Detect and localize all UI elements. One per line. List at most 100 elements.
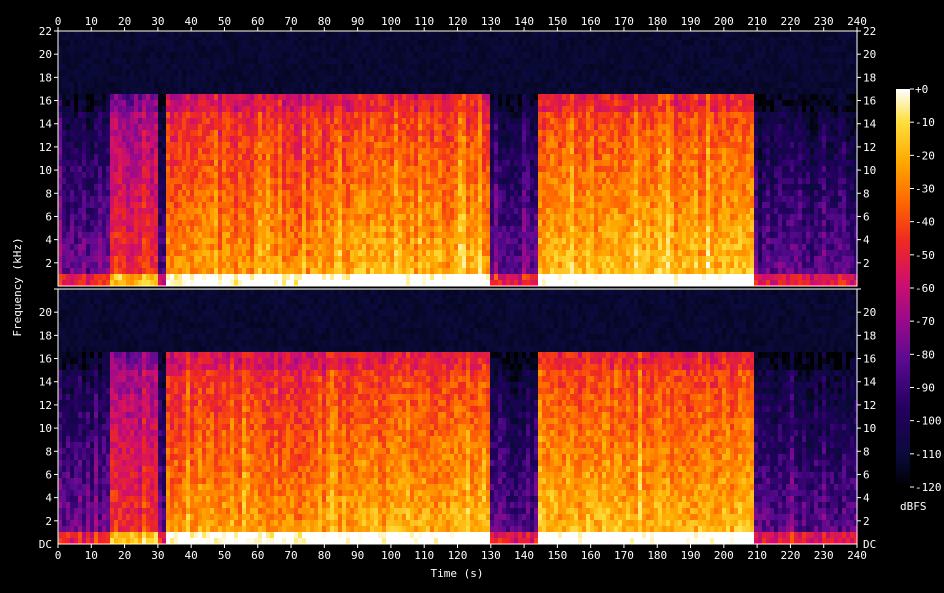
- spectrogram-cell: [250, 40, 254, 46]
- spectrogram-cell: [342, 208, 346, 214]
- spectrogram-cell: [210, 118, 214, 124]
- spectrogram-cell: [438, 118, 442, 124]
- spectrogram-cell: [246, 214, 250, 220]
- spectrogram-cell: [222, 178, 226, 184]
- spectrogram-cell: [102, 280, 106, 286]
- spectrogram-cell: [186, 280, 190, 286]
- spectrogram-cell: [186, 172, 190, 178]
- spectrogram-cell: [350, 88, 354, 94]
- spectrogram-cell: [238, 82, 242, 88]
- spectrogram-cell: [134, 274, 138, 280]
- spectrogram-cell: [234, 160, 238, 166]
- spectrogram-cell: [82, 250, 86, 256]
- spectrogram-cell: [86, 214, 90, 220]
- spectrogram-cell: [190, 52, 194, 58]
- spectrogram-cell: [398, 31, 402, 37]
- spectrogram-cell: [234, 232, 238, 238]
- spectrogram-cell: [78, 214, 82, 220]
- spectrogram-cell: [90, 142, 94, 148]
- spectrogram-cell: [62, 58, 66, 64]
- spectrogram-cell: [170, 280, 174, 286]
- spectrogram-cell: [134, 70, 138, 76]
- spectrogram-cell: [106, 88, 110, 94]
- spectrogram-cell: [198, 82, 202, 88]
- spectrogram-cell: [158, 184, 162, 190]
- spectrogram-cell: [482, 220, 486, 226]
- spectrogram-cell: [482, 250, 486, 256]
- spectrogram-cell: [482, 82, 486, 88]
- spectrogram-cell: [310, 64, 314, 70]
- spectrogram-cell: [238, 262, 242, 268]
- spectrogram-cell: [502, 82, 506, 88]
- spectrogram-cell: [206, 142, 210, 148]
- spectrogram-cell: [114, 76, 118, 82]
- spectrogram-cell: [370, 226, 374, 232]
- spectrogram-cell: [162, 196, 166, 202]
- spectrogram-cell: [454, 184, 458, 190]
- spectrogram-cell: [478, 82, 482, 88]
- spectrogram-cell: [290, 274, 294, 280]
- spectrogram-cell: [302, 256, 306, 262]
- spectrogram-cell: [386, 94, 390, 100]
- spectrogram-cell: [418, 166, 422, 172]
- spectrogram-cell: [498, 106, 502, 112]
- spectrogram-cell: [398, 118, 402, 124]
- spectrogram-cell: [430, 112, 434, 118]
- spectrogram-cell: [174, 184, 178, 190]
- spectrogram-cell: [238, 166, 242, 172]
- spectrogram-cell: [466, 208, 470, 214]
- spectrogram-cell: [322, 58, 326, 64]
- spectrogram-cell: [406, 130, 410, 136]
- spectrogram-cell: [126, 208, 130, 214]
- spectrogram-cell: [378, 70, 382, 76]
- spectrogram-cell: [242, 214, 246, 220]
- spectrogram-cell: [154, 220, 158, 226]
- spectrogram-cell: [70, 58, 74, 64]
- spectrogram-cell: [250, 94, 254, 100]
- spectrogram-cell: [198, 100, 202, 106]
- spectrogram-cell: [462, 280, 466, 286]
- spectrogram-cell: [102, 256, 106, 262]
- spectrogram-cell: [174, 31, 178, 37]
- spectrogram-cell: [58, 184, 62, 190]
- spectrogram-cell: [350, 166, 354, 172]
- spectrogram-cell: [390, 31, 394, 37]
- spectrogram-cell: [166, 244, 170, 250]
- spectrogram-cell: [374, 31, 378, 37]
- spectrogram-cell: [314, 40, 318, 46]
- spectrogram-cell: [442, 94, 446, 100]
- spectrogram-cell: [394, 280, 398, 286]
- spectrogram-cell: [186, 70, 190, 76]
- spectrogram-cell: [138, 88, 142, 94]
- spectrogram-cell: [266, 160, 270, 166]
- spectrogram-cell: [154, 112, 158, 118]
- spectrogram-cell: [410, 256, 414, 262]
- spectrogram-cell: [330, 142, 334, 148]
- spectrogram-cell: [198, 58, 202, 64]
- spectrogram-cell: [74, 64, 78, 70]
- spectrogram-cell: [402, 118, 406, 124]
- spectrogram-cell: [334, 256, 338, 262]
- spectrogram-cell: [230, 190, 234, 196]
- spectrogram-cell: [266, 76, 270, 82]
- spectrogram-cell: [230, 88, 234, 94]
- spectrogram-cell: [422, 214, 426, 220]
- spectrogram-cell: [422, 262, 426, 268]
- spectrogram-cell: [142, 208, 146, 214]
- spectrogram-cell: [418, 130, 422, 136]
- spectrogram-cell: [150, 40, 154, 46]
- spectrogram-cell: [254, 88, 258, 94]
- spectrogram-cell: [242, 136, 246, 142]
- spectrogram-cell: [418, 202, 422, 208]
- spectrogram-cell: [446, 46, 450, 52]
- spectrogram-cell: [358, 232, 362, 238]
- spectrogram-cell: [270, 196, 274, 202]
- spectrogram-cell: [442, 130, 446, 136]
- spectrogram-cell: [138, 112, 142, 118]
- spectrogram-cell: [170, 238, 174, 244]
- spectrogram-cell: [338, 148, 342, 154]
- spectrogram-cell: [494, 166, 498, 172]
- spectrogram-cell: [158, 40, 162, 46]
- spectrogram-cell: [466, 196, 470, 202]
- spectrogram-cell: [98, 226, 102, 232]
